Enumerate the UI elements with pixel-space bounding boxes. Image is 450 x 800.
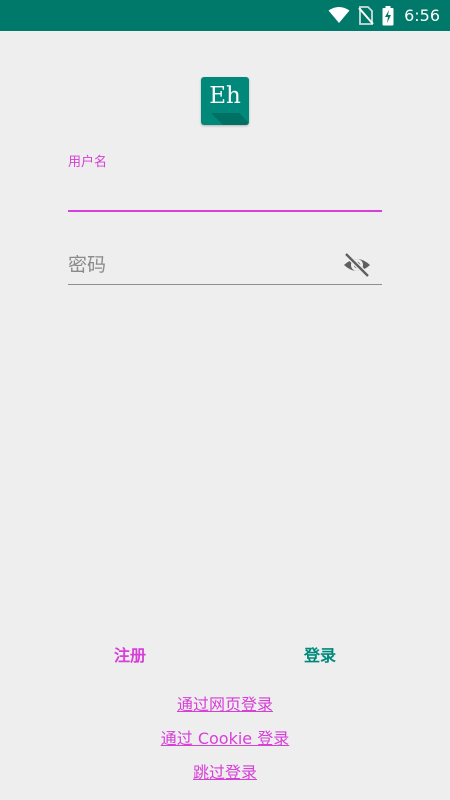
wifi-icon: [328, 7, 350, 24]
password-underline: [68, 284, 382, 285]
web-login-link[interactable]: 通过网页登录: [0, 691, 450, 715]
logo-text: Eh: [209, 83, 241, 109]
register-button[interactable]: 注册: [90, 640, 170, 670]
visibility-off-icon[interactable]: [342, 251, 372, 279]
skip-login-link[interactable]: 跳过登录: [0, 759, 450, 783]
no-sim-icon: [358, 6, 374, 25]
status-bar: 6:56: [0, 0, 450, 31]
username-underline: [68, 210, 382, 212]
app-logo: Eh: [201, 77, 249, 125]
login-button[interactable]: 登录: [280, 640, 360, 670]
status-icons: 6:56: [328, 0, 440, 31]
battery-charging-icon: [382, 5, 394, 26]
username-label: 用户名: [68, 155, 108, 170]
username-input[interactable]: [68, 174, 382, 208]
cookie-login-link[interactable]: 通过 Cookie 登录: [0, 725, 450, 749]
password-input[interactable]: [68, 249, 338, 281]
login-screen: 6:56 Eh 用户名 注册 登录 通过网页登录 通过 Cookie 登录 跳过…: [0, 0, 450, 800]
status-time: 6:56: [404, 6, 440, 25]
